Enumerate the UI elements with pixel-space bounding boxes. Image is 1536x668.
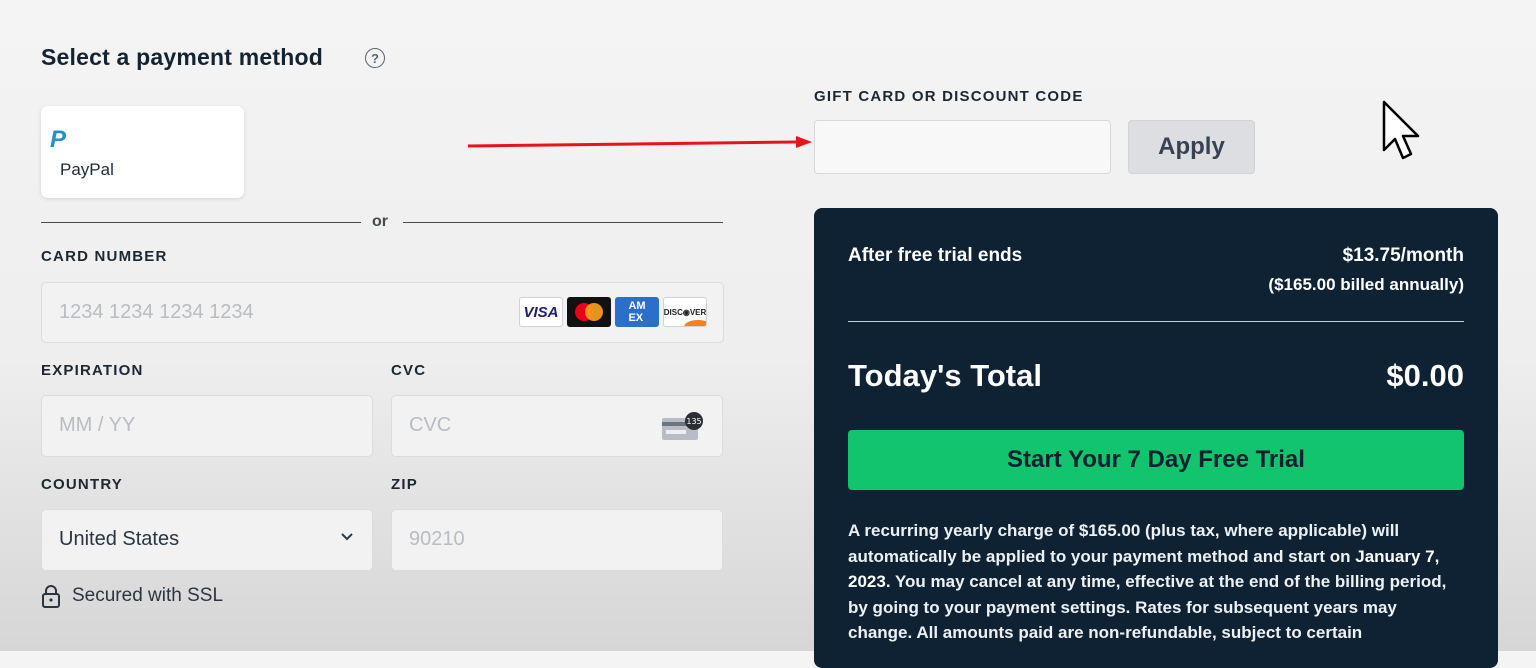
zip-input[interactable]: 90210 bbox=[391, 509, 723, 571]
expiration-label: EXPIRATION bbox=[41, 362, 144, 379]
summary-divider bbox=[848, 321, 1464, 322]
annotation-arrow-icon bbox=[467, 136, 812, 148]
expiration-input[interactable]: MM / YY bbox=[41, 395, 373, 457]
country-select[interactable]: United States bbox=[41, 509, 373, 571]
ssl-text: Secured with SSL bbox=[72, 585, 224, 606]
legal-text: A recurring yearly charge of $165.00 (pl… bbox=[848, 521, 1447, 642]
cvc-card-icon: 135 bbox=[662, 412, 703, 440]
zip-placeholder: 90210 bbox=[409, 528, 465, 550]
page-title: Select a payment method bbox=[41, 44, 323, 70]
zip-label: ZIP bbox=[391, 476, 418, 493]
gift-card-input[interactable] bbox=[814, 120, 1111, 174]
visa-icon: VISA bbox=[519, 297, 563, 327]
card-number-input[interactable]: 1234 1234 1234 1234 VISA AM EX DISC◉VER bbox=[41, 282, 724, 343]
cvc-placeholder: CVC bbox=[409, 414, 452, 436]
discover-icon: DISC◉VER bbox=[663, 297, 707, 327]
amex-icon: AM EX bbox=[615, 297, 659, 327]
country-value: United States bbox=[59, 528, 180, 550]
card-brand-logos: VISA AM EX DISC◉VER bbox=[519, 297, 707, 327]
order-summary-panel: After free trial ends $13.75/month ($165… bbox=[814, 208, 1498, 668]
mastercard-icon bbox=[567, 297, 611, 327]
apply-button[interactable]: Apply bbox=[1128, 120, 1255, 174]
cvc-input[interactable]: CVC 135 bbox=[391, 395, 723, 457]
divider-left bbox=[41, 222, 361, 223]
divider-right bbox=[403, 222, 723, 223]
card-number-placeholder: 1234 1234 1234 1234 bbox=[59, 301, 254, 323]
card-number-label: CARD NUMBER bbox=[41, 248, 168, 265]
expiration-placeholder: MM / YY bbox=[59, 414, 136, 436]
country-label: COUNTRY bbox=[41, 476, 124, 493]
paypal-label: PayPal bbox=[60, 160, 114, 179]
monthly-price: $13.75/month bbox=[1342, 245, 1464, 266]
divider-text: or bbox=[372, 213, 388, 230]
chevron-down-icon bbox=[341, 533, 353, 541]
mouse-cursor-icon bbox=[1382, 100, 1420, 160]
todays-total-label: Today's Total bbox=[848, 358, 1042, 393]
lock-icon bbox=[42, 585, 60, 608]
help-icon[interactable]: ? bbox=[365, 48, 385, 68]
svg-text:135: 135 bbox=[686, 417, 701, 426]
ssl-notice: Secured with SSL bbox=[41, 584, 223, 608]
paypal-option[interactable]: P PayPal bbox=[41, 106, 244, 198]
todays-total-value: $0.00 bbox=[1386, 358, 1464, 393]
billed-annually-note: ($165.00 billed annually) bbox=[1268, 275, 1464, 294]
after-trial-label: After free trial ends bbox=[848, 245, 1023, 266]
cvc-label: CVC bbox=[391, 362, 427, 379]
start-free-trial-button[interactable]: Start Your 7 Day Free Trial bbox=[848, 430, 1464, 490]
gift-card-label: GIFT CARD OR DISCOUNT CODE bbox=[814, 88, 1084, 105]
paypal-logo-icon: P bbox=[50, 126, 67, 153]
